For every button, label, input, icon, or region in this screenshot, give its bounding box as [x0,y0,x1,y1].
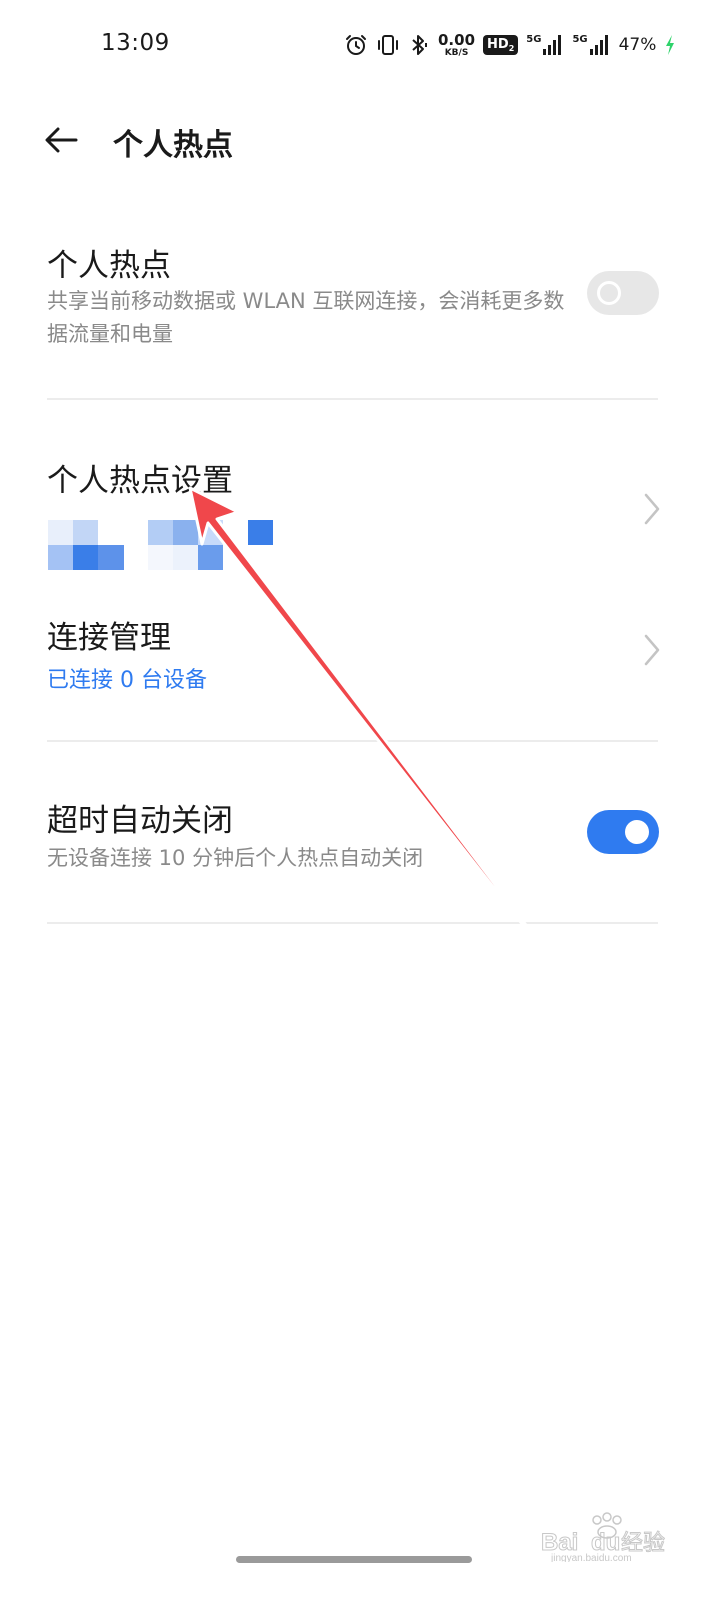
sim1-network-label: 5G [526,34,542,45]
connected-devices-status: 已连接 0 台设备 [47,668,207,693]
charging-icon [666,35,675,55]
toggle-knob [597,281,621,305]
net-speed: 0.00 KB/S [438,30,476,58]
connection-management-title: 连接管理 [47,620,171,656]
auto-off-row[interactable]: 超时自动关闭 无设备连接 10 分钟后个人热点自动关闭 [0,785,720,895]
signal-icon: 5G [526,34,564,56]
hotspot-name-obscured [48,520,278,570]
battery-percent: 47% [618,35,657,55]
vibrate-icon [378,35,398,55]
chevron-right-icon [644,493,660,525]
alarm-icon [346,35,366,55]
auto-off-toggle[interactable] [587,810,659,854]
toggle-knob [625,820,649,844]
hotspot-row[interactable]: 个人热点 共享当前移动数据或 WLAN 互联网连接，会消耗更多数据流量和电量 [0,230,720,380]
status-icons: 0.00 KB/S HD 2 5G 5G 47% [344,28,676,62]
auto-off-title: 超时自动关闭 [47,803,233,839]
baidu-paw-logo: Bai du 经验 jingyan.baidu.com [541,1512,666,1564]
svg-text:Bai: Bai [541,1529,578,1556]
hotspot-description: 共享当前移动数据或 WLAN 互联网连接，会消耗更多数据流量和电量 [47,289,565,346]
hotspot-toggle[interactable] [587,271,659,315]
divider [47,922,658,924]
page-title: 个人热点 [113,128,233,163]
signal-bars-icon [589,35,608,55]
status-time: 13:09 [101,30,170,56]
connection-management-row[interactable]: 连接管理 已连接 0 台设备 [0,600,720,710]
baidu-watermark: Bai du 经验 jingyan.baidu.com [541,1512,671,1564]
hotspot-settings-row[interactable]: 个人热点设置 [0,445,720,575]
back-button[interactable] [40,118,84,162]
bluetooth-icon [412,35,427,55]
back-arrow-icon [45,127,78,153]
auto-off-description: 无设备连接 10 分钟后个人热点自动关闭 [47,846,424,870]
signal-icon: 5G [572,34,610,56]
signal-bars-icon [543,35,562,55]
hd-badge-text: HD [487,37,509,52]
hd-voice-icon: HD 2 [483,35,519,55]
divider [47,398,658,400]
home-indicator[interactable] [236,1556,472,1563]
svg-text:jingyan.baidu.com: jingyan.baidu.com [550,1553,632,1562]
divider [47,740,658,742]
svg-text:du: du [591,1529,620,1556]
hotspot-settings-title: 个人热点设置 [47,463,233,499]
sim2-network-label: 5G [572,34,588,45]
net-speed-unit: KB/S [444,47,469,58]
net-speed-value: 0.00 [438,30,476,49]
hotspot-title: 个人热点 [47,248,171,284]
chevron-right-icon [644,634,660,666]
hd-badge-sub: 2 [508,44,515,53]
